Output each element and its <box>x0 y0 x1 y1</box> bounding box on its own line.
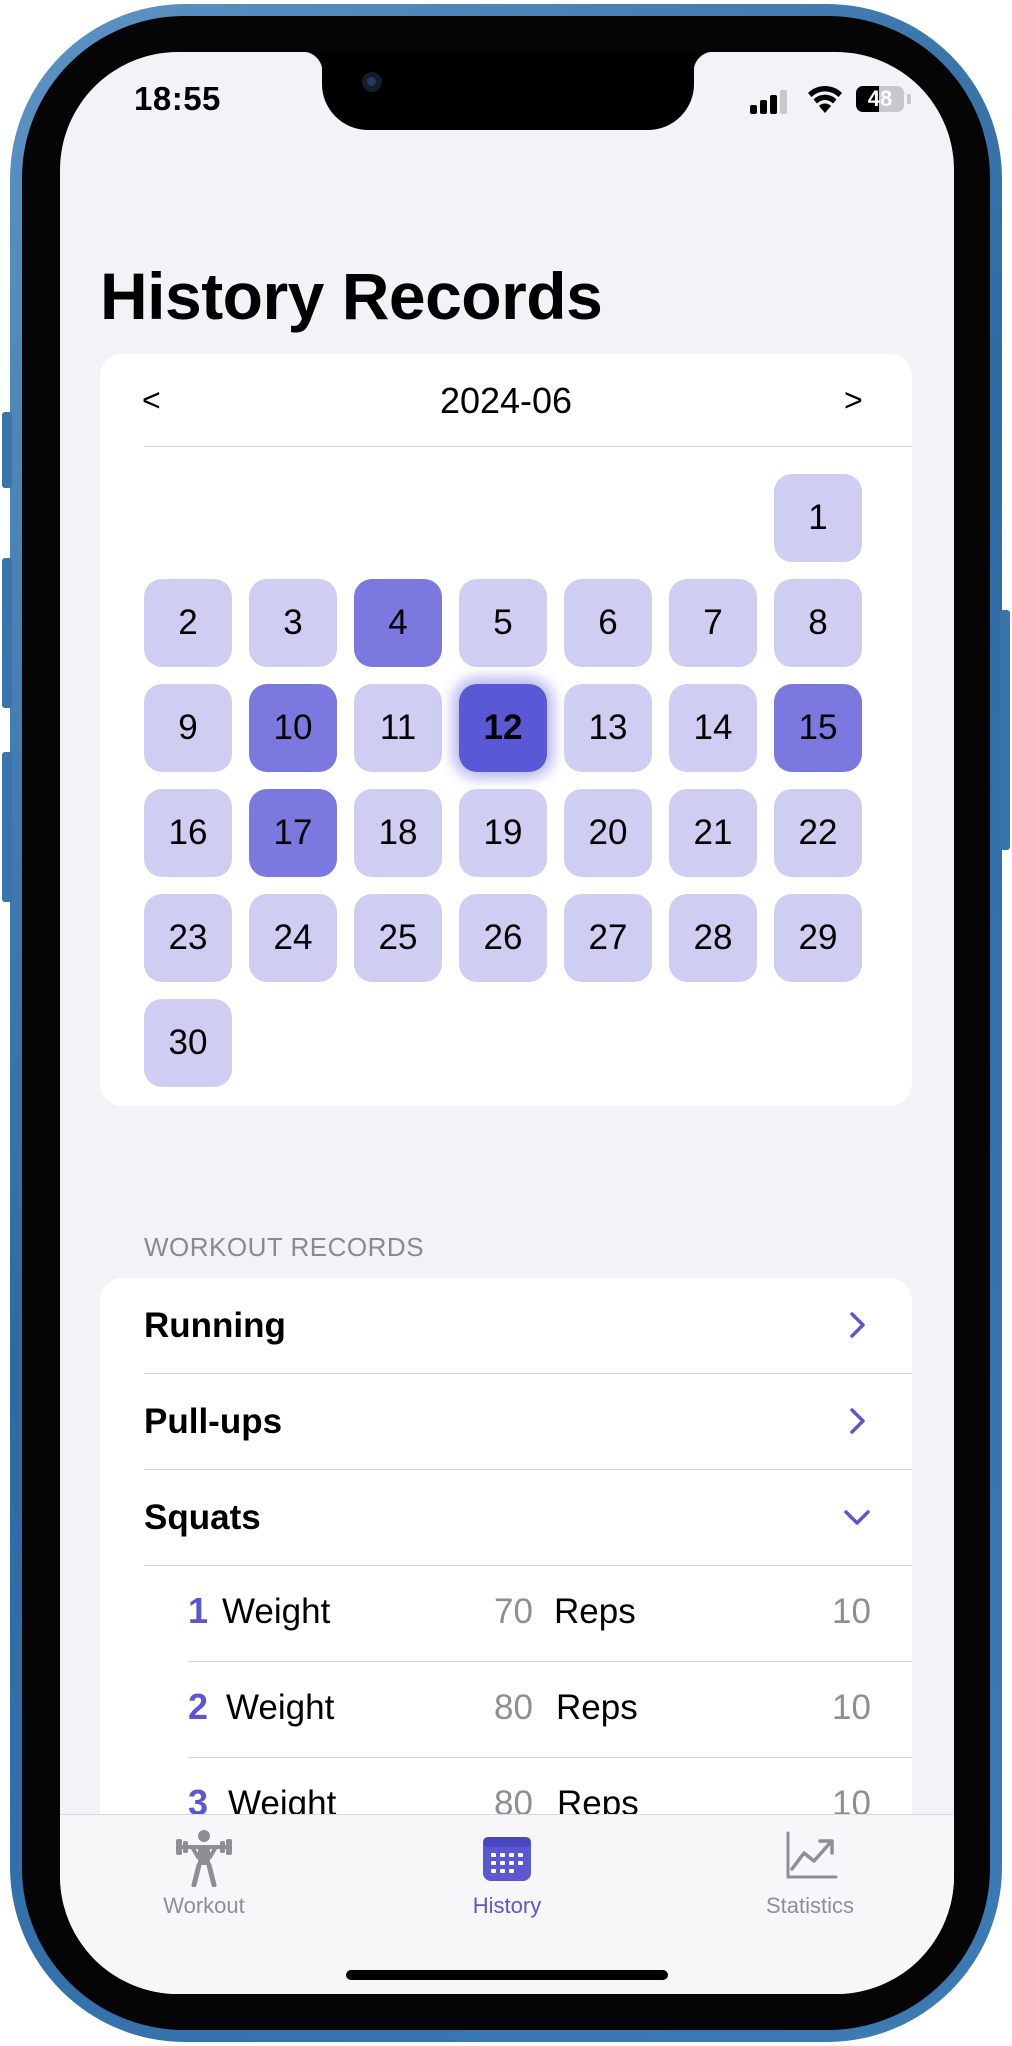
calendar-grid: 1 2 3 4 5 6 7 8 9 10 11 12 13 14 15 16 17 18 19 20 21 22 23 24 2… <box>100 354 912 1106</box>
calendar-day-13[interactable]: 13 <box>564 684 652 772</box>
calendar-icon <box>483 1837 531 1881</box>
reps-label: Reps <box>556 1688 638 1727</box>
calendar-day-9[interactable]: 9 <box>144 684 232 772</box>
calendar-day-23[interactable]: 23 <box>144 894 232 982</box>
calendar-day-4[interactable]: 4 <box>354 579 442 667</box>
record-row-squats[interactable]: Squats <box>100 1470 912 1565</box>
weight-value: 80 <box>494 1688 533 1727</box>
battery-percent: 48 <box>867 86 893 111</box>
front-camera-icon <box>362 72 382 92</box>
reps-value: 10 <box>832 1592 871 1631</box>
calendar-day-24[interactable]: 24 <box>249 894 337 982</box>
reps-label: Reps <box>554 1592 636 1631</box>
weight-label: Weight <box>222 1592 331 1631</box>
calendar-day-7[interactable]: 7 <box>669 579 757 667</box>
record-label: Pull-ups <box>144 1402 283 1441</box>
notch-edge-right <box>694 52 714 72</box>
cellular-signal-icon <box>750 88 790 114</box>
calendar-day-11[interactable]: 11 <box>354 684 442 772</box>
record-row-running[interactable]: Running <box>100 1278 912 1373</box>
set-number: 2 <box>188 1686 209 1727</box>
wifi-icon <box>808 85 842 113</box>
calendar-day-1[interactable]: 1 <box>774 474 862 562</box>
tab-workout[interactable]: Workout <box>104 1815 304 1955</box>
status-time: 18:55 <box>134 80 221 117</box>
calendar-day-14[interactable]: 14 <box>669 684 757 772</box>
record-label: Running <box>144 1306 286 1345</box>
record-label: Squats <box>144 1498 261 1537</box>
calendar-day-19[interactable]: 19 <box>459 789 547 877</box>
weightlifter-icon <box>176 1830 232 1887</box>
calendar-day-18[interactable]: 18 <box>354 789 442 877</box>
calendar-day-26[interactable]: 26 <box>459 894 547 982</box>
calendar-day-21[interactable]: 21 <box>669 789 757 877</box>
set-row: 2 Weight 80 Reps 10 <box>100 1662 912 1757</box>
chevron-down-icon <box>844 1510 870 1525</box>
tab-bar: Workout History Statistics <box>60 1814 954 1994</box>
calendar-day-28[interactable]: 28 <box>669 894 757 982</box>
status-icons: 48 <box>750 80 920 120</box>
reps-value: 10 <box>832 1688 871 1727</box>
section-title: WORKOUT RECORDS <box>144 1232 425 1262</box>
calendar-card: < 2024-06 > 1 2 3 4 5 6 7 8 9 10 11 12 13 14 15 16 17 18 1… <box>100 354 912 1106</box>
calendar-day-20[interactable]: 20 <box>564 789 652 877</box>
calendar-day-3[interactable]: 3 <box>249 579 337 667</box>
tab-label: Workout <box>163 1893 245 1918</box>
record-row-pull-ups[interactable]: Pull-ups <box>100 1374 912 1469</box>
calendar-day-17[interactable]: 17 <box>249 789 337 877</box>
set-number: 1 <box>188 1590 209 1631</box>
notch-edge-left <box>302 52 322 72</box>
calendar-day-12[interactable]: 12 <box>459 684 547 772</box>
chevron-right-icon <box>850 1312 865 1338</box>
calendar-day-8[interactable]: 8 <box>774 579 862 667</box>
calendar-day-16[interactable]: 16 <box>144 789 232 877</box>
chevron-right-icon <box>850 1408 865 1434</box>
calendar-day-29[interactable]: 29 <box>774 894 862 982</box>
home-indicator[interactable] <box>346 1970 668 1980</box>
calendar-day-15[interactable]: 15 <box>774 684 862 772</box>
calendar-day-5[interactable]: 5 <box>459 579 547 667</box>
calendar-day-22[interactable]: 22 <box>774 789 862 877</box>
screen: 18:55 48 History Records < 2024-06 > 123… <box>60 52 954 1994</box>
calendar-day-10[interactable]: 10 <box>249 684 337 772</box>
calendar-day-2[interactable]: 2 <box>144 579 232 667</box>
notch <box>322 52 694 130</box>
power-button <box>1000 610 1010 850</box>
calendar-day-27[interactable]: 27 <box>564 894 652 982</box>
calendar-day-6[interactable]: 6 <box>564 579 652 667</box>
set-row: 1 Weight 70 Reps 10 <box>100 1566 912 1661</box>
tab-label: History <box>472 1893 542 1918</box>
page-title: History Records <box>100 259 603 333</box>
volume-down-button <box>2 752 12 902</box>
records-list: Running Pull-ups Squats 1 Weight 70 Reps <box>100 1278 912 1852</box>
weight-value: 70 <box>494 1592 533 1631</box>
weight-label: Weight <box>226 1688 335 1727</box>
battery-icon: 48 <box>856 86 904 112</box>
silent-switch <box>2 412 12 488</box>
tab-label: Statistics <box>765 1893 855 1918</box>
calendar-day-30[interactable]: 30 <box>144 999 232 1087</box>
line-chart-icon <box>786 1831 838 1879</box>
tab-history[interactable]: History <box>407 1815 607 1955</box>
battery-nub <box>907 94 911 104</box>
tab-statistics[interactable]: Statistics <box>710 1815 910 1955</box>
calendar-day-25[interactable]: 25 <box>354 894 442 982</box>
volume-up-button <box>2 558 12 708</box>
